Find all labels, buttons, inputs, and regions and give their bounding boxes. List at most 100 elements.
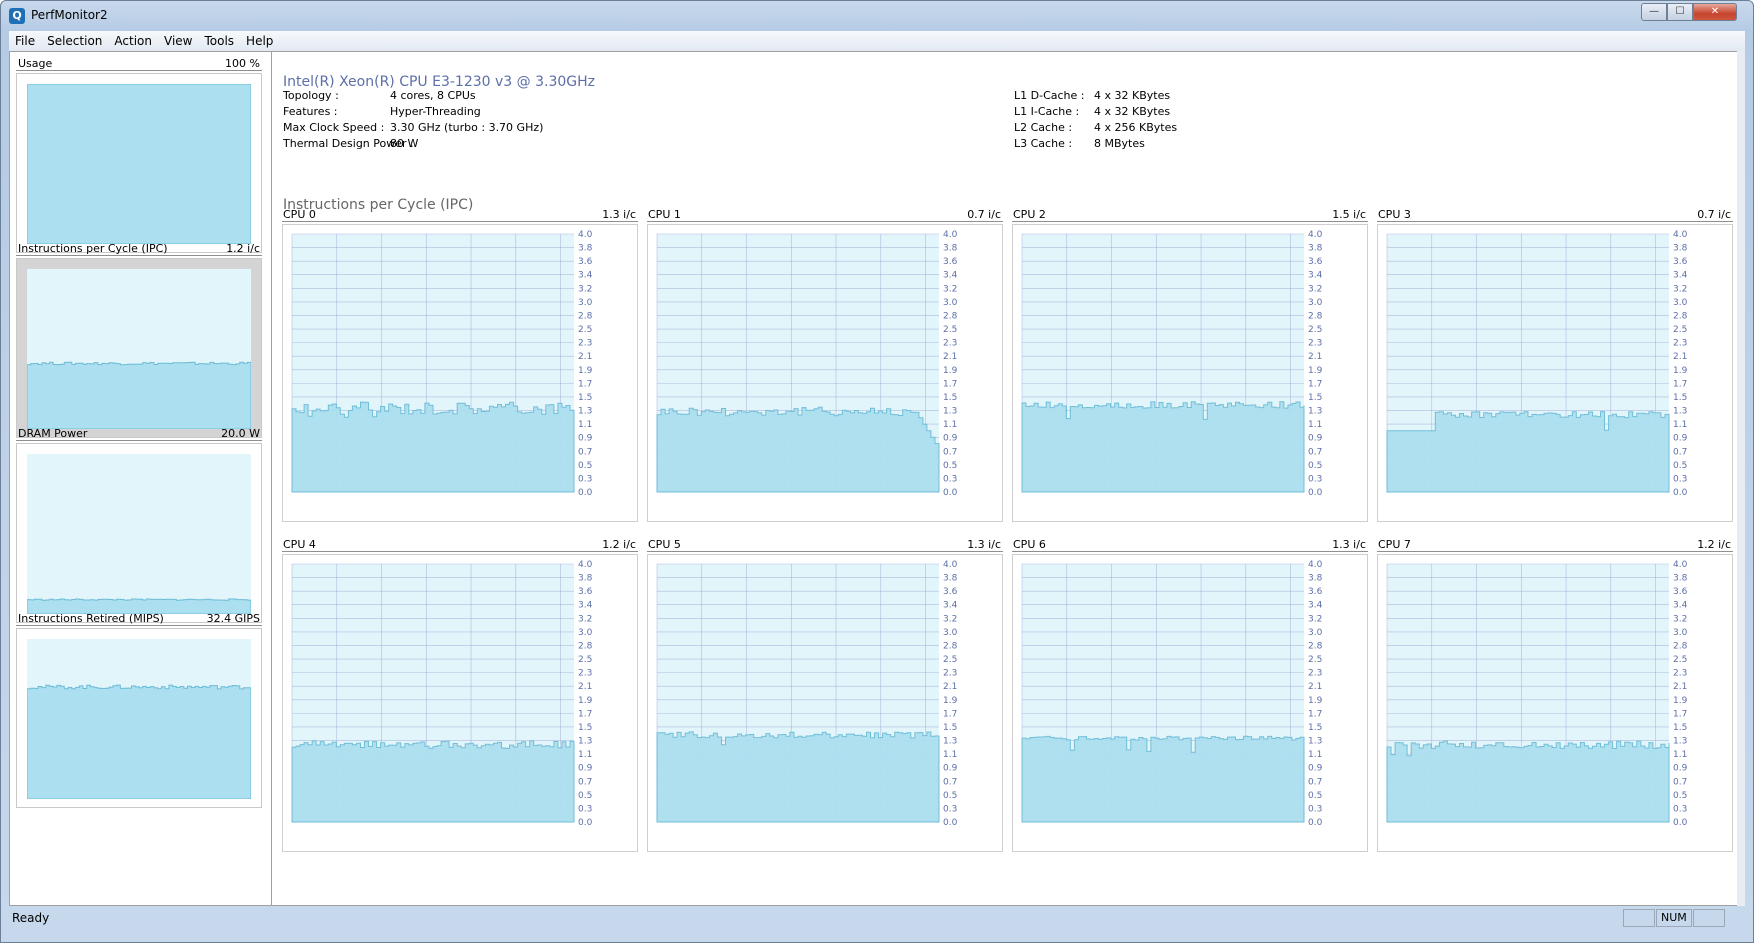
cpu-panel-0[interactable]: CPU 0 1.3 i/c 4.0 3.8 3.6 3.4 3.2 3.0 2.8 2.5 2.3 2… [282, 206, 638, 522]
y-tick-label: 0.7 [1673, 777, 1687, 787]
y-tick-label: 0.5 [1673, 461, 1687, 471]
cpu-panel-5[interactable]: CPU 5 1.3 i/c 4.0 3.8 3.6 3.4 3.2 3.0 2.8 2.5 2.3 2… [647, 536, 1003, 852]
y-tick-label: 1.7 [1308, 709, 1322, 719]
y-tick-label: 2.8 [1308, 641, 1323, 651]
menu-view[interactable]: View [158, 31, 198, 51]
y-tick-label: 1.9 [1308, 366, 1323, 376]
cpu-panel-2[interactable]: CPU 2 1.5 i/c 4.0 3.8 3.6 3.4 3.2 3.0 2.8 2.5 2.3 2… [1012, 206, 1368, 522]
y-tick-label: 0.3 [1673, 474, 1687, 484]
y-tick-label: 3.4 [1673, 271, 1688, 281]
y-tick-label: 3.2 [943, 284, 957, 294]
series-area [1386, 740, 1670, 823]
y-tick-label: 3.8 [578, 244, 593, 254]
y-tick-label: 0.5 [578, 791, 592, 801]
y-tick-label: 0.3 [578, 804, 592, 814]
y-tick-label: 2.8 [1308, 311, 1323, 321]
y-tick-label: 0.3 [943, 474, 957, 484]
y-tick-label: 0.3 [943, 804, 957, 814]
status-pane-caps [1623, 909, 1655, 927]
menu-tools[interactable]: Tools [198, 31, 240, 51]
close-button[interactable]: ✕ [1693, 3, 1737, 21]
menu-help[interactable]: Help [240, 31, 279, 51]
cpu-label: CPU 0 [283, 208, 316, 221]
cpu-panel-1[interactable]: CPU 1 0.7 i/c 4.0 3.8 3.6 3.4 3.2 3.0 2.8 2.5 2.3 2… [647, 206, 1003, 522]
y-tick-label: 4.0 [1308, 560, 1323, 570]
cpu-4-ipc-chart: 4.0 3.8 3.6 3.4 3.2 3.0 2.8 2.5 2.3 2.1 1.9 1.7 1.5 1… [291, 560, 593, 828]
y-tick-label: 0.7 [1308, 447, 1322, 457]
y-tick-label: 0.0 [578, 818, 593, 828]
cpu-label: CPU 5 [648, 538, 681, 551]
y-tick-label: 2.1 [1673, 682, 1687, 692]
cpu-panel-3[interactable]: CPU 3 0.7 i/c 4.0 3.8 3.6 3.4 3.2 3.0 2.8 2.5 2.3 2… [1377, 206, 1733, 522]
y-tick-label: 2.5 [1673, 655, 1687, 665]
cpu-label: CPU 1 [648, 208, 681, 221]
vertical-scrollbar[interactable] [1737, 51, 1745, 906]
y-tick-label: 3.4 [943, 601, 958, 611]
sidebar-panel-mips[interactable]: Instructions Retired (MIPS) 32.4 GIPS [16, 610, 262, 808]
y-tick-label: 0.9 [1673, 434, 1688, 444]
panel-label: Instructions Retired (MIPS) [18, 612, 164, 625]
detail-pane: Intel(R) Xeon(R) CPU E3-1230 v3 @ 3.30GH… [274, 52, 1734, 905]
app-icon: Q [9, 8, 25, 24]
cpu-7-ipc-chart: 4.0 3.8 3.6 3.4 3.2 3.0 2.8 2.5 2.3 2.1 1.9 1.7 1.5 1… [1386, 560, 1688, 828]
cpu-1-ipc-chart: 4.0 3.8 3.6 3.4 3.2 3.0 2.8 2.5 2.3 2.1 1.9 1.7 1.5 1… [656, 230, 958, 498]
y-tick-label: 0.3 [1308, 804, 1322, 814]
y-tick-label: 3.2 [578, 284, 592, 294]
y-tick-label: 3.0 [1673, 298, 1688, 308]
sidebar-panel-ipc[interactable]: Instructions per Cycle (IPC) 1.2 i/c [16, 240, 262, 438]
y-tick-label: 3.6 [943, 587, 958, 597]
menu-selection[interactable]: Selection [41, 31, 108, 51]
y-tick-label: 0.5 [1308, 461, 1322, 471]
series-area [291, 401, 575, 493]
sidebar-panel-usage[interactable]: Usage 100 % [16, 55, 262, 253]
y-tick-label: 1.7 [943, 379, 957, 389]
cpu-panel-7[interactable]: CPU 7 1.2 i/c 4.0 3.8 3.6 3.4 3.2 3.0 2.8 2.5 2.3 2… [1377, 536, 1733, 852]
info-l2: L2 Cache :4 x 256 KBytes [1014, 121, 1178, 134]
y-tick-label: 2.3 [1673, 669, 1687, 679]
series-area [291, 740, 575, 823]
y-tick-label: 2.1 [1308, 352, 1322, 362]
info-features: Features : Hyper-Threading [283, 105, 481, 118]
minimize-button[interactable]: — [1641, 3, 1667, 21]
y-tick-label: 2.3 [1673, 339, 1687, 349]
series-area [656, 731, 940, 823]
status-pane-scroll [1693, 909, 1725, 927]
y-tick-label: 3.8 [1673, 574, 1688, 584]
menu-action[interactable]: Action [108, 31, 158, 51]
y-tick-label: 0.9 [1673, 764, 1688, 774]
cpu-label: CPU 4 [283, 538, 316, 551]
cpu-label: CPU 6 [1013, 538, 1046, 551]
cpu-ipc-value: 1.2 i/c [1697, 538, 1731, 551]
y-tick-label: 2.5 [943, 655, 957, 665]
y-tick-label: 3.4 [943, 271, 958, 281]
sidebar-panel-dram-power[interactable]: DRAM Power 20.0 W [16, 425, 262, 623]
y-tick-label: 1.9 [1308, 696, 1323, 706]
y-tick-label: 1.7 [1673, 379, 1687, 389]
cpu-ipc-value: 1.2 i/c [602, 538, 636, 551]
y-tick-label: 2.5 [578, 325, 592, 335]
y-tick-label: 1.3 [1673, 737, 1687, 747]
status-text: Ready [12, 911, 50, 925]
y-tick-label: 2.3 [943, 669, 957, 679]
y-tick-label: 0.0 [943, 818, 958, 828]
series-area [1021, 401, 1305, 493]
y-tick-label: 1.1 [943, 420, 957, 430]
cpu-ipc-value: 0.7 i/c [967, 208, 1001, 221]
menu-file[interactable]: File [9, 31, 41, 51]
y-tick-label: 3.4 [578, 601, 593, 611]
title-bar[interactable]: Q PerfMonitor2 — ☐ ✕ [1, 1, 1753, 31]
maximize-button[interactable]: ☐ [1667, 3, 1693, 21]
y-tick-label: 3.4 [1308, 601, 1323, 611]
cpu-3-ipc-chart: 4.0 3.8 3.6 3.4 3.2 3.0 2.8 2.5 2.3 2.1 1.9 1.7 1.5 1… [1386, 230, 1688, 498]
cpu-panel-4[interactable]: CPU 4 1.2 i/c 4.0 3.8 3.6 3.4 3.2 3.0 2.8 2.5 2.3 2… [282, 536, 638, 852]
mips-graph [16, 628, 262, 808]
y-tick-label: 2.1 [1673, 352, 1687, 362]
y-tick-label: 3.8 [943, 244, 958, 254]
panel-label: DRAM Power [18, 427, 88, 440]
cpu-panel-6[interactable]: CPU 6 1.3 i/c 4.0 3.8 3.6 3.4 3.2 3.0 2.8 2.5 2.3 2… [1012, 536, 1368, 852]
y-tick-label: 2.8 [578, 311, 593, 321]
y-tick-label: 1.9 [943, 696, 958, 706]
usage-graph [16, 73, 262, 253]
info-tdp: Thermal Design Power :80 W [283, 137, 419, 150]
cpu-2-ipc-chart: 4.0 3.8 3.6 3.4 3.2 3.0 2.8 2.5 2.3 2.1 1.9 1.7 1.5 1… [1021, 230, 1323, 498]
